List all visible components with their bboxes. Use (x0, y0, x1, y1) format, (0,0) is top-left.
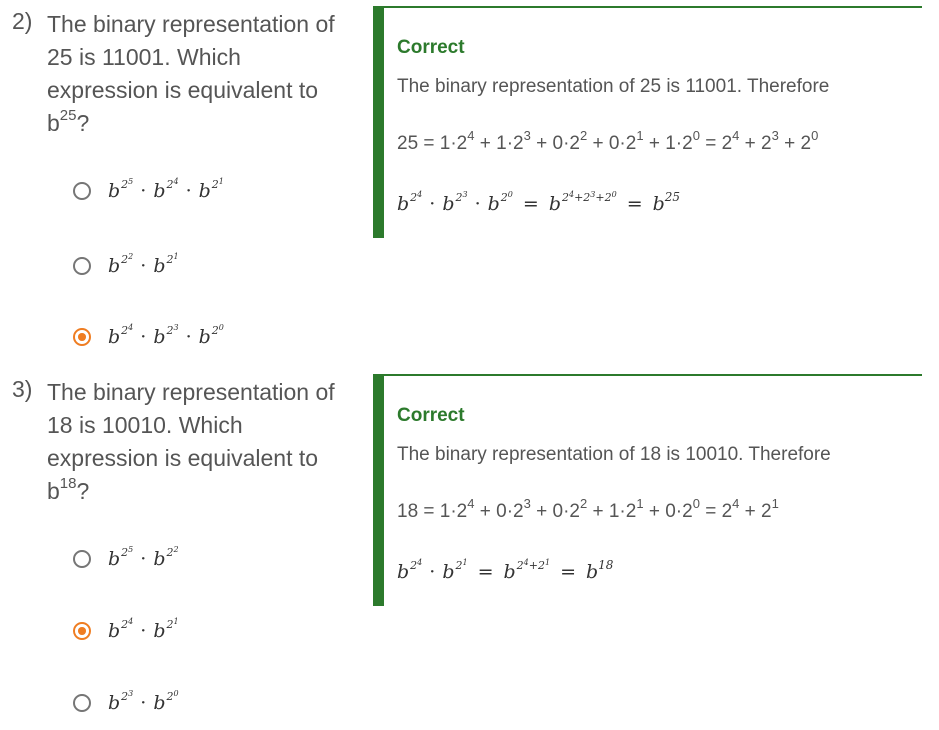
feedback-panel: Correct The binary representation of 25 … (373, 6, 922, 238)
answer-option[interactable]: b22 · b21 (73, 251, 179, 281)
answer-option[interactable]: b25 · b24 · b21 (73, 176, 224, 206)
option-expression: b24 · b23 · b20 (108, 323, 224, 348)
feedback-explanation: The binary representation of 18 is 10010… (397, 444, 831, 465)
feedback-equation: 25 = 1·24 + 1·23 + 0·22 + 0·21 + 1·20 = … (397, 127, 819, 154)
answer-option-selected[interactable]: b24 · b21 (73, 616, 179, 646)
feedback-panel: Correct The binary representation of 18 … (373, 374, 922, 606)
radio-unselected-icon[interactable] (73, 694, 91, 712)
question-text: The binary representation of 25 is 11001… (47, 11, 335, 136)
radio-unselected-icon[interactable] (73, 550, 91, 568)
feedback-explanation: The binary representation of 25 is 11001… (397, 76, 830, 97)
feedback-math: b24 · b21 = b24+21 = b18 (397, 558, 614, 583)
feedback-math: b24 · b23 · b20 = b24+23+20 = b25 (397, 190, 681, 215)
question-number: 2) (12, 8, 33, 34)
answer-option[interactable]: b23 · b20 (73, 688, 179, 718)
radio-selected-icon[interactable] (73, 622, 91, 640)
option-expression: b24 · b21 (108, 617, 179, 642)
option-expression: b25 · b24 · b21 (108, 177, 224, 202)
option-expression: b25 · b22 (108, 545, 179, 570)
feedback-title: Correct (397, 405, 465, 426)
radio-selected-icon[interactable] (73, 328, 91, 346)
feedback-equation: 18 = 1·24 + 0·23 + 0·22 + 1·21 + 0·20 = … (397, 495, 779, 522)
option-expression: b23 · b20 (108, 689, 179, 714)
radio-unselected-icon[interactable] (73, 257, 91, 275)
question-number: 3) (12, 376, 33, 402)
option-expression: b22 · b21 (108, 252, 179, 277)
radio-unselected-icon[interactable] (73, 182, 91, 200)
answer-option-selected[interactable]: b24 · b23 · b20 (73, 322, 224, 352)
question-text: The binary representation of 18 is 10010… (47, 379, 335, 504)
answer-option[interactable]: b25 · b22 (73, 544, 179, 574)
feedback-title: Correct (397, 37, 465, 58)
